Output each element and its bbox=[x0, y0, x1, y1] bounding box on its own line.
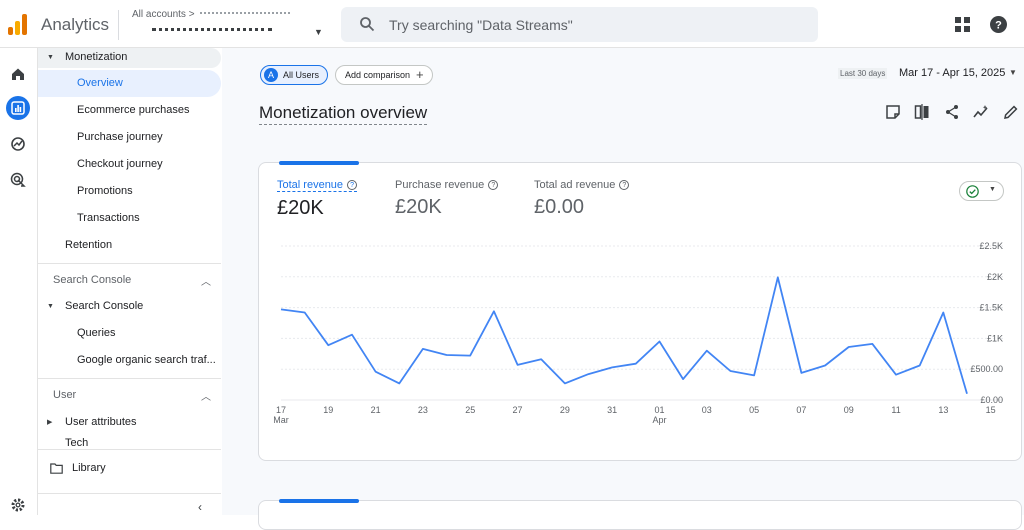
x-tick-label: 05 bbox=[749, 405, 759, 415]
plus-icon: + bbox=[416, 67, 424, 82]
collapse-triangle-icon[interactable]: ▼ bbox=[47, 54, 54, 61]
x-tick-label: 19 bbox=[323, 405, 333, 415]
nav-tech[interactable]: Tech bbox=[65, 434, 88, 448]
x-tick-label: 15 bbox=[986, 405, 996, 415]
app-name: Analytics bbox=[41, 15, 110, 34]
search-placeholder: Try searching "Data Streams" bbox=[389, 17, 573, 33]
y-tick-label: £500.00 bbox=[970, 364, 1003, 374]
date-dropdown-icon[interactable]: ▼ bbox=[1009, 68, 1017, 77]
home-icon[interactable] bbox=[6, 62, 30, 86]
property-dropdown-icon[interactable]: ▼ bbox=[314, 27, 323, 37]
apps-icon[interactable] bbox=[955, 17, 970, 32]
x-tick-label: 31 bbox=[607, 405, 617, 415]
accounts-label: All accounts bbox=[132, 9, 186, 20]
nav-search-console[interactable]: Search Console bbox=[65, 293, 143, 319]
x-tick-label: 03 bbox=[702, 405, 712, 415]
nav-checkout-journey[interactable]: Checkout journey bbox=[77, 151, 163, 177]
folder-icon bbox=[50, 463, 63, 474]
advertising-icon[interactable] bbox=[6, 168, 30, 192]
x-tick-label: 13 bbox=[938, 405, 948, 415]
revenue-card: Total revenue? £20K Purchase revenue? £2… bbox=[258, 161, 1022, 461]
accounts-breadcrumb[interactable]: All accounts > bbox=[132, 9, 195, 20]
explore-icon[interactable] bbox=[6, 132, 30, 156]
nav-divider bbox=[38, 378, 221, 379]
collapse-nav-icon[interactable]: ‹ bbox=[198, 500, 202, 514]
x-tick-label: 27 bbox=[513, 405, 523, 415]
chevron-up-icon[interactable]: ︿ bbox=[201, 273, 211, 288]
page-title: Monetization overview bbox=[259, 103, 428, 125]
nav-divider bbox=[38, 263, 221, 264]
y-tick-label: £1.5K bbox=[979, 303, 1003, 313]
x-tick-label: 21 bbox=[371, 405, 381, 415]
date-range-value[interactable]: Mar 17 - Apr 15, 2025 bbox=[899, 67, 1005, 79]
analytics-logo-icon[interactable] bbox=[8, 13, 28, 35]
svg-text:?: ? bbox=[995, 20, 1002, 32]
add-comparison-label: Add comparison bbox=[345, 70, 411, 80]
insights-icon[interactable] bbox=[973, 104, 989, 120]
compare-icon[interactable] bbox=[914, 104, 930, 120]
x-tick-label: 23 bbox=[418, 405, 428, 415]
property-name-redacted[interactable] bbox=[152, 28, 272, 36]
y-tick-label: £0.00 bbox=[980, 395, 1003, 405]
nav-divider bbox=[38, 449, 221, 450]
x-month-label: Apr bbox=[652, 415, 666, 425]
nav-overview[interactable]: Overview bbox=[77, 70, 123, 96]
main-content: A All Users Add comparison + Last 30 day… bbox=[222, 48, 1024, 530]
date-preset-label: Last 30 days bbox=[838, 68, 888, 79]
edit-icon[interactable] bbox=[1003, 104, 1019, 120]
series-line-total-revenue bbox=[280, 276, 968, 395]
segment-chip-all-users[interactable]: A All Users bbox=[260, 65, 328, 85]
revenue-line-chart: £0.00 £500.00 £1K £1.5K £2K £2.5K 17 19 21 23 25 27… bbox=[273, 241, 1003, 425]
nav-selected-highlight bbox=[38, 70, 221, 97]
nav-transactions[interactable]: Transactions bbox=[77, 205, 140, 231]
left-rail bbox=[0, 48, 38, 515]
next-card bbox=[258, 499, 1022, 530]
report-navigation: ▼ Monetization Overview Ecommerce purcha… bbox=[38, 48, 222, 515]
nav-queries[interactable]: Queries bbox=[77, 320, 116, 346]
y-tick-label: £2.5K bbox=[979, 241, 1003, 251]
nav-google-organic-search[interactable]: Google organic search traf... bbox=[77, 347, 216, 373]
collapse-triangle-icon[interactable]: ▼ bbox=[47, 303, 54, 310]
nav-library[interactable]: Library bbox=[72, 455, 106, 481]
nav-promotions[interactable]: Promotions bbox=[77, 178, 133, 204]
nav-ecommerce-purchases[interactable]: Ecommerce purchases bbox=[77, 97, 190, 123]
top-bar: Analytics All accounts > ▼ Try searching… bbox=[0, 0, 1024, 48]
add-comparison-button[interactable]: Add comparison + bbox=[335, 65, 433, 85]
card-active-tab bbox=[279, 499, 359, 503]
x-tick-label: 01 bbox=[654, 405, 664, 415]
nav-retention[interactable]: Retention bbox=[65, 232, 112, 258]
x-tick-label: 11 bbox=[891, 405, 900, 415]
nav-section-user[interactable]: User bbox=[53, 389, 76, 401]
x-tick-label: 25 bbox=[465, 405, 475, 415]
chevron-up-icon[interactable]: ︿ bbox=[201, 388, 211, 403]
nav-user-attributes[interactable]: User attributes bbox=[65, 409, 137, 435]
x-tick-label: 09 bbox=[844, 405, 854, 415]
share-icon[interactable] bbox=[944, 104, 960, 120]
account-name-redacted bbox=[200, 12, 290, 18]
expand-triangle-icon[interactable]: ▶ bbox=[47, 418, 52, 426]
search-icon bbox=[360, 17, 375, 32]
divider bbox=[118, 10, 119, 40]
x-tick-label: 17 bbox=[276, 405, 286, 415]
x-tick-label: 29 bbox=[560, 405, 570, 415]
nav-purchase-journey[interactable]: Purchase journey bbox=[77, 124, 163, 150]
y-tick-label: £2K bbox=[987, 272, 1003, 282]
x-month-label: Mar bbox=[273, 415, 289, 425]
nav-section-search-console[interactable]: Search Console bbox=[53, 274, 131, 286]
nav-divider bbox=[38, 493, 221, 494]
help-icon[interactable]: ? bbox=[990, 16, 1007, 33]
segment-initial-badge: A bbox=[264, 68, 278, 82]
segment-label: All Users bbox=[283, 70, 320, 80]
x-tick-label: 07 bbox=[796, 405, 806, 415]
reports-icon[interactable] bbox=[6, 96, 30, 120]
y-tick-label: £1K bbox=[987, 333, 1003, 343]
nav-monetization[interactable]: Monetization bbox=[65, 44, 127, 70]
customize-report-icon[interactable] bbox=[885, 104, 901, 120]
search-bar[interactable]: Try searching "Data Streams" bbox=[341, 7, 818, 42]
breadcrumb-separator: > bbox=[188, 9, 195, 20]
settings-icon[interactable] bbox=[6, 493, 30, 517]
